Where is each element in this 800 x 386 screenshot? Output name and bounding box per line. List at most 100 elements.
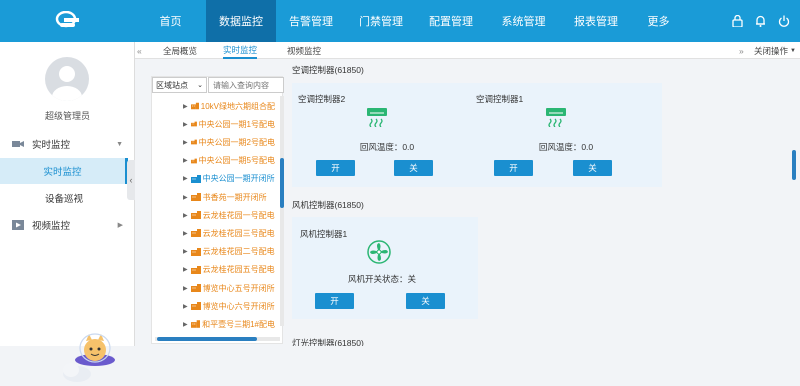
chevron-right-icon: ▶ — [117, 222, 123, 229]
chevron-left-icon: ‹ — [129, 175, 133, 185]
tree-item[interactable]: ▶ 云龙桂花园三号配电 — [183, 227, 275, 239]
user-avatar-icon — [52, 66, 82, 101]
controller-status: 风机开关状态：关 — [347, 274, 416, 284]
fan-section-title: 风机控制器(61850) — [292, 200, 364, 210]
nav-alarm-management[interactable]: 告警管理 — [276, 0, 346, 42]
search-input[interactable] — [208, 77, 284, 93]
expand-arrow-icon[interactable]: ▶ — [183, 175, 188, 182]
expand-arrow-icon[interactable]: ▶ — [183, 285, 188, 292]
logo-icon — [55, 11, 79, 28]
tree-item-label: 中央公园一期开闭所 — [202, 174, 275, 184]
sidebar-item-label: 视频监控 — [32, 221, 71, 232]
tab-realtime-monitor[interactable]: 实时监控 — [223, 42, 258, 59]
main-vertical-scrollbar[interactable] — [792, 150, 796, 180]
expand-arrow-icon[interactable]: ▶ — [183, 248, 188, 255]
off-button[interactable]: 关 — [406, 293, 445, 309]
tree-item[interactable]: ▶ 云龙桂花园五号配电 — [183, 264, 275, 276]
tree-item[interactable]: ▶ 书香苑一期开闭所 — [183, 191, 275, 203]
nav-access-control[interactable]: 门禁管理 — [346, 0, 416, 42]
fan-icon — [367, 240, 391, 264]
building-icon — [190, 158, 197, 163]
tree-item[interactable]: ▶ 云龙桂花园二号配电 — [183, 246, 275, 258]
main-content: 空调控制器(61850) 空调控制器2 回风温度：0.0 开 关 空调控制器1 … — [288, 59, 800, 346]
user-name: 超级管理员 — [44, 111, 90, 121]
tree-item[interactable]: ▶ 中央公园一期5号配电 — [183, 155, 275, 167]
nav-report-management[interactable]: 报表管理 — [561, 0, 631, 42]
building-icon — [190, 174, 201, 183]
lock-icon[interactable] — [732, 15, 743, 27]
expand-arrow-icon[interactable]: ▶ — [183, 321, 188, 328]
tree-item-label: 中央公园一期5号配电 — [198, 156, 275, 166]
building-icon — [190, 247, 201, 256]
ac-controller-card: 空调控制器2 回风温度：0.0 开 关 空调控制器1 回风温度：0.0 开 关 — [292, 83, 662, 187]
tree-item[interactable]: ▶ 中央公园一期2号配电 — [183, 136, 275, 148]
tree-item[interactable]: ▶ 博览中心五号开闭所 — [183, 282, 275, 294]
chevron-down-icon: ▼ — [116, 140, 123, 148]
chevron-down-icon: ⌄ — [197, 82, 203, 89]
tree-horizontal-scrollbar[interactable] — [155, 337, 280, 341]
tree-item[interactable]: ▶ 博览中心六号开闭所 — [183, 300, 275, 312]
expand-arrow-icon[interactable]: ▶ — [183, 139, 188, 146]
sidebar-item-realtime-sub[interactable]: 实时监控 — [0, 158, 128, 184]
select-value: 区域站点 — [156, 80, 188, 90]
area-station-select[interactable]: 区域站点 ⌄ — [152, 77, 207, 93]
on-button[interactable]: 开 — [494, 160, 533, 176]
off-button[interactable]: 关 — [573, 160, 612, 176]
tab-video-monitor[interactable]: 视频监控 — [287, 42, 321, 59]
expand-arrow-icon[interactable]: ▶ — [183, 266, 188, 273]
tab-scroll-left-icon[interactable]: « — [137, 42, 142, 59]
close-operations-label: 关闭操作 — [754, 45, 789, 56]
sidebar-item-device-tour[interactable]: 设备巡视 — [0, 185, 128, 211]
sidebar-item-realtime-monitor[interactable]: 实时监控 ▼ — [0, 131, 135, 157]
fan-controller-card: 风机控制器1 风机开关状态：关 开 关 — [292, 217, 478, 319]
sidebar-collapse-handle[interactable]: ‹ — [127, 160, 135, 200]
tree-item-label: 云龙桂花园一号配电 — [202, 210, 275, 220]
tree-vertical-scrollbar[interactable] — [280, 96, 284, 326]
tab-scroll-right-icon[interactable]: » — [739, 42, 744, 59]
expand-arrow-icon[interactable]: ▶ — [183, 157, 188, 164]
tree-item-label: 博览中心五号开闭所 — [202, 283, 275, 293]
building-icon — [190, 121, 197, 127]
scrollbar-thumb[interactable] — [157, 337, 257, 341]
tree-item-label: 云龙桂花园二号配电 — [202, 247, 275, 257]
controller-name: 空调控制器1 — [476, 94, 524, 104]
tree-item[interactable]: ▶ 和平壹号三期1#配电 — [183, 318, 275, 330]
expand-arrow-icon[interactable]: ▶ — [183, 103, 188, 110]
tab-global-overview[interactable]: 全局概览 — [163, 42, 197, 59]
nav-home[interactable]: 首页 — [135, 0, 206, 42]
expand-arrow-icon[interactable]: ▶ — [183, 303, 188, 310]
controller-status: 回风温度：0.0 — [359, 142, 415, 152]
expand-arrow-icon[interactable]: ▶ — [183, 121, 188, 128]
main-nav: 首页 数据监控 告警管理 门禁管理 配置管理 系统管理 报表管理 更多 — [135, 0, 686, 42]
nav-config-management[interactable]: 配置管理 — [416, 0, 486, 42]
caret-down-icon: ▼ — [790, 47, 796, 54]
on-button[interactable]: 开 — [316, 160, 355, 176]
tree-item[interactable]: ▶ 10kV绿地六期组合配 — [183, 100, 275, 112]
sidebar-item-video-monitor[interactable]: 视频监控 ▶ — [0, 212, 135, 238]
tree-item[interactable]: ▶ 中央公园一期开闭所 — [183, 173, 275, 185]
avatar[interactable] — [45, 57, 89, 101]
close-operations-menu[interactable]: 关闭操作 ▼ — [754, 42, 796, 59]
expand-arrow-icon[interactable]: ▶ — [183, 230, 188, 237]
scrollbar-thumb[interactable] — [280, 158, 284, 208]
air-conditioner-icon — [546, 108, 566, 127]
building-icon — [190, 320, 201, 329]
on-button[interactable]: 开 — [315, 293, 354, 309]
top-nav-bar: 首页 数据监控 告警管理 门禁管理 配置管理 系统管理 报表管理 更多 — [0, 0, 800, 42]
tree-item-label: 中央公园一期1号配电 — [198, 119, 275, 129]
tree-item-label: 书香苑一期开闭所 — [202, 192, 267, 202]
off-button[interactable]: 关 — [394, 160, 433, 176]
nav-more[interactable]: 更多 — [631, 0, 686, 42]
building-icon — [190, 193, 201, 201]
app-logo[interactable] — [0, 0, 135, 42]
mascot-illustration — [63, 333, 115, 382]
expand-arrow-icon[interactable]: ▶ — [183, 212, 188, 219]
bell-icon[interactable] — [755, 15, 766, 27]
nav-data-monitor[interactable]: 数据监控 — [206, 0, 276, 42]
expand-arrow-icon[interactable]: ▶ — [183, 194, 188, 201]
tree-item[interactable]: ▶ 云龙桂花园一号配电 — [183, 209, 275, 221]
tree-item[interactable]: ▶ 中央公园一期1号配电 — [183, 118, 275, 130]
nav-system-management[interactable]: 系统管理 — [486, 0, 561, 42]
power-icon[interactable] — [778, 15, 790, 27]
building-icon — [190, 302, 201, 311]
